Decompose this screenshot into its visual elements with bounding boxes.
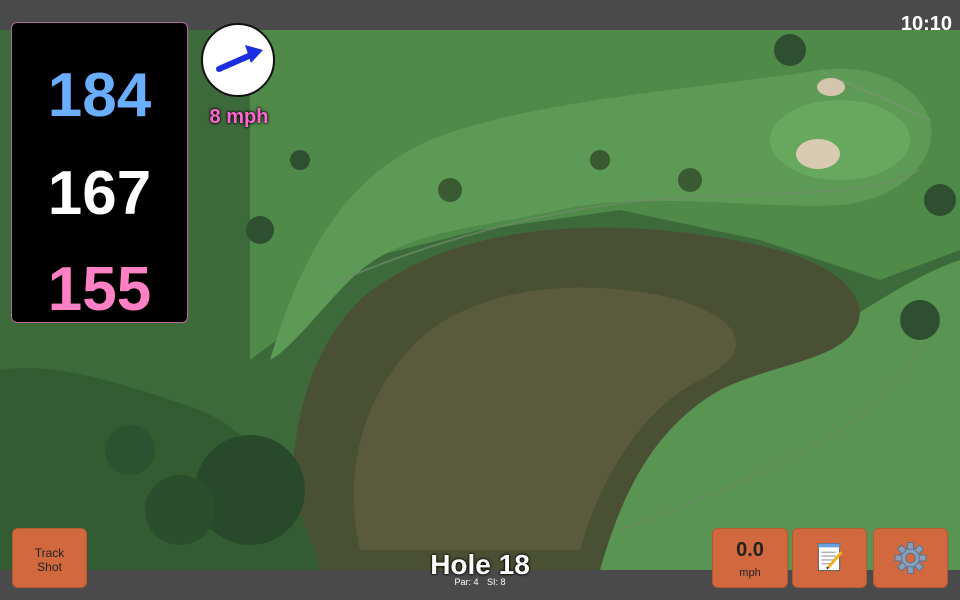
track-shot-button[interactable]: Track Shot bbox=[12, 528, 87, 588]
wind-speed: 8 mph bbox=[209, 106, 269, 128]
arrow-right-icon bbox=[216, 45, 263, 72]
back-distance: 184 bbox=[47, 61, 152, 130]
middle-distance: 167 bbox=[47, 159, 152, 228]
notepad-icon bbox=[817, 543, 843, 572]
hole-meta: Par: 4 SI: 8 bbox=[380, 577, 580, 587]
wind-speed-value: 0.0 bbox=[736, 539, 764, 561]
front-distance: 155 bbox=[47, 255, 152, 324]
wind-speed-button[interactable]: 0.0 mph bbox=[712, 528, 788, 588]
par-label: Par: 4 bbox=[454, 577, 479, 587]
settings-button[interactable] bbox=[873, 528, 948, 588]
gear-icon bbox=[894, 542, 927, 574]
wind-speed-unit: mph bbox=[739, 567, 761, 579]
wind-direction-indicator bbox=[201, 23, 275, 97]
track-shot-label-line2: Shot bbox=[37, 560, 62, 574]
stroke-index-label: SI: 8 bbox=[487, 577, 506, 587]
distance-panel: 184 167 155 bbox=[11, 22, 188, 323]
track-shot-label-line1: Track bbox=[34, 546, 65, 560]
notes-button[interactable] bbox=[792, 528, 867, 588]
